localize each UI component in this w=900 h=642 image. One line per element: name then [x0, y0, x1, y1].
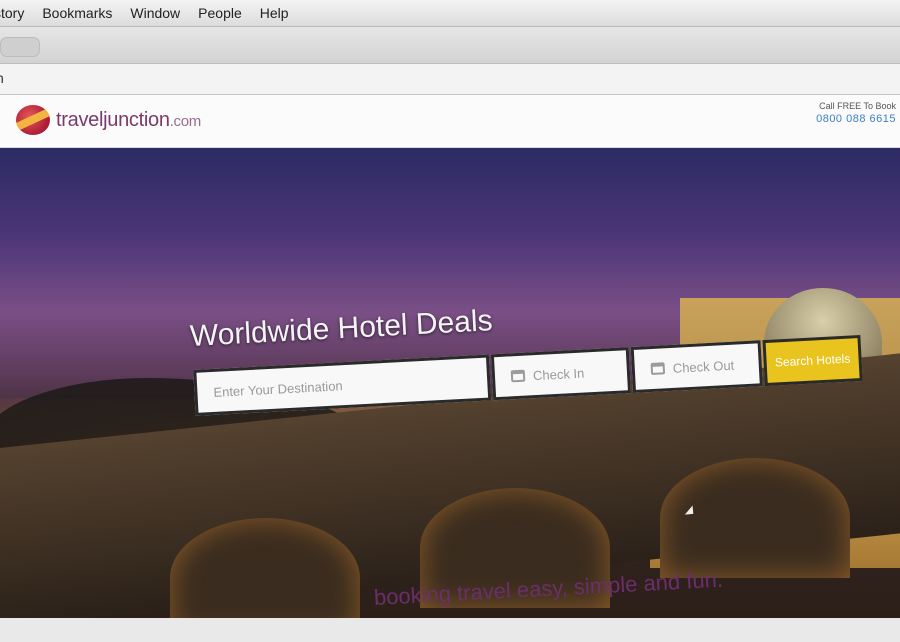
- logo-name: traveljunction: [56, 108, 170, 131]
- menu-people[interactable]: People: [189, 5, 251, 21]
- os-menu-bar: story Bookmarks Window People Help: [0, 0, 900, 27]
- search-hotels-button[interactable]: Search Hotels: [762, 335, 863, 387]
- call-to-book: Call FREE To Book 0800 088 6615: [816, 101, 896, 125]
- menu-window[interactable]: Window: [121, 5, 189, 21]
- site-logo[interactable]: traveljunction.com: [16, 105, 201, 135]
- browser-tab-strip: [0, 27, 900, 64]
- logo-wordmark: traveljunction.com: [56, 109, 201, 132]
- globe-logo-icon: [16, 105, 50, 135]
- check-out-label: Check Out: [672, 357, 735, 376]
- check-in-label: Check In: [532, 365, 585, 383]
- check-out-field[interactable]: Check Out: [630, 340, 763, 393]
- phone-number[interactable]: 0800 088 6615: [816, 113, 896, 125]
- site-header: traveljunction.com Call FREE To Book 080…: [0, 95, 900, 148]
- calendar-icon: [650, 362, 666, 376]
- calendar-icon: [510, 369, 526, 383]
- address-text: n: [0, 70, 4, 86]
- destination-placeholder: Enter Your Destination: [213, 377, 344, 400]
- destination-input[interactable]: Enter Your Destination: [193, 354, 492, 416]
- menu-bookmarks[interactable]: Bookmarks: [33, 5, 121, 21]
- check-in-field[interactable]: Check In: [490, 347, 632, 401]
- logo-tld: .com: [169, 112, 202, 130]
- hero-banner: Worldwide Hotel Deals Enter Your Destina…: [0, 148, 900, 618]
- menu-help[interactable]: Help: [251, 5, 298, 21]
- call-label: Call FREE To Book: [819, 101, 896, 111]
- address-bar[interactable]: n: [0, 64, 900, 95]
- menu-history[interactable]: story: [0, 5, 33, 21]
- browser-tab[interactable]: [0, 37, 40, 57]
